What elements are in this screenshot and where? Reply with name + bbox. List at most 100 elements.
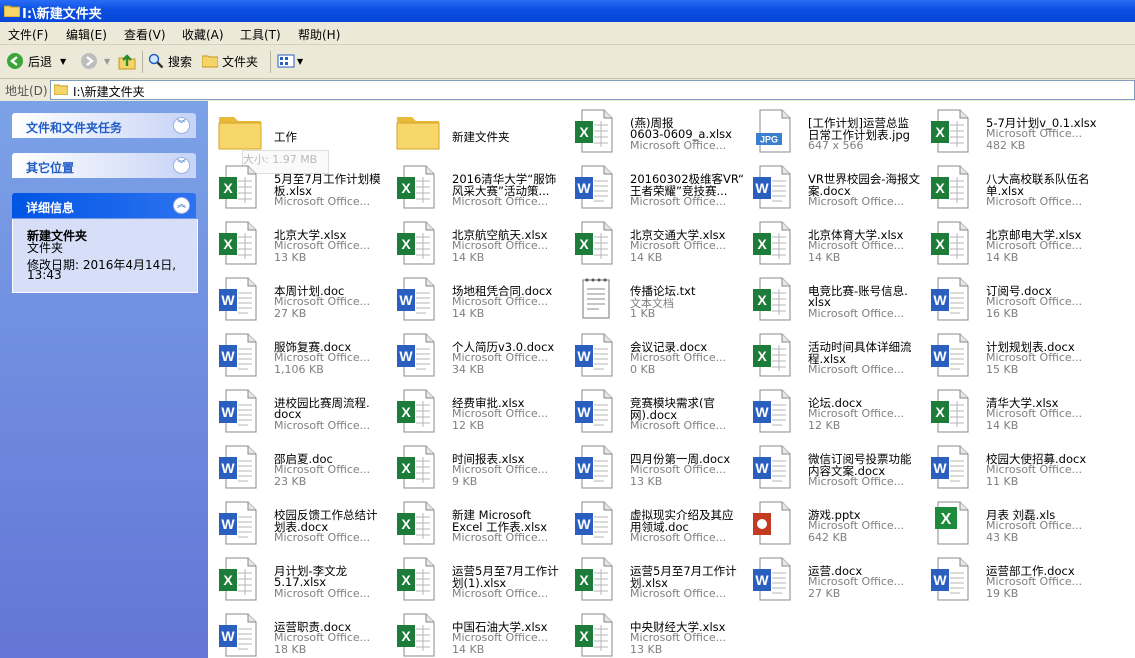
file-item[interactable]: X 活动时间具体详细流 程.xlsx Microsoft Office...: [750, 331, 926, 387]
file-item[interactable]: W 微信订阅号投票功能 内容文案.docx Microsoft Office...: [750, 443, 926, 499]
file-item[interactable]: W 竞赛模块需求(官 网).docx Microsoft Office...: [572, 387, 748, 443]
excel-file-icon: X: [928, 219, 976, 267]
file-meta: 9 KB: [452, 475, 478, 488]
file-item[interactable]: W 邵启夏.doc Microsoft Office... 23 KB: [216, 443, 392, 499]
chevron-up-icon[interactable]: ︽: [173, 197, 190, 214]
word-file-icon: W: [750, 163, 798, 211]
file-item[interactable]: X 北京大学.xlsx Microsoft Office... 13 KB: [216, 219, 392, 275]
word-file-icon: W: [216, 275, 264, 323]
file-item[interactable]: 传播论坛.txt 文本文档 1 KB: [572, 275, 748, 331]
back-button[interactable]: 后退 ▼: [6, 51, 66, 71]
other-places-header[interactable]: 其它位置 ︾: [12, 153, 196, 178]
forward-button[interactable]: ▼: [80, 51, 110, 71]
file-meta: 18 KB: [274, 643, 307, 656]
file-meta: 14 KB: [630, 251, 663, 264]
svg-text:X: X: [941, 511, 952, 528]
file-item[interactable]: X 北京航空航天.xlsx Microsoft Office... 14 KB: [394, 219, 570, 275]
menu-help[interactable]: 帮助(H): [298, 26, 340, 43]
svg-text:X: X: [223, 180, 233, 196]
file-item[interactable]: X 5-7月计划v_0.1.xlsx Microsoft Office... 482 …: [928, 107, 1104, 163]
file-item[interactable]: X 月计划-李文龙 5.17.xlsx Microsoft Office...: [216, 555, 392, 611]
svg-text:X: X: [935, 180, 945, 196]
address-field[interactable]: I:\新建文件夹: [50, 80, 1135, 100]
excel-file-icon: X: [394, 219, 442, 267]
file-item[interactable]: W 校园大使招募.docx Microsoft Office... 11 KB: [928, 443, 1104, 499]
file-meta: 14 KB: [986, 251, 1019, 264]
toolbar: 后退 ▼ ▼ 搜索 文件夹 ▼: [0, 45, 1135, 79]
file-item[interactable]: W 论坛.docx Microsoft Office... 12 KB: [750, 387, 926, 443]
file-item[interactable]: W 个人简历v3.0.docx Microsoft Office... 34 KB: [394, 331, 570, 387]
menu-view[interactable]: 查看(V): [124, 26, 166, 43]
file-item[interactable]: X 经费审批.xlsx Microsoft Office... 12 KB: [394, 387, 570, 443]
menu-favorites[interactable]: 收藏(A): [182, 26, 224, 43]
file-item[interactable]: W 校园反馈工作总结计 划表.docx Microsoft Office...: [216, 499, 392, 555]
file-item[interactable]: W 订阅号.docx Microsoft Office... 16 KB: [928, 275, 1104, 331]
file-item[interactable]: W 本周计划.doc Microsoft Office... 27 KB: [216, 275, 392, 331]
file-item[interactable]: W 运营部工作.docx Microsoft Office... 19 KB: [928, 555, 1104, 611]
file-item[interactable]: X 电竞比赛-账号信息. xlsx Microsoft Office...: [750, 275, 926, 331]
svg-text:W: W: [221, 404, 235, 420]
svg-text:W: W: [221, 628, 235, 644]
file-item[interactable]: 游戏.pptx Microsoft Office... 642 KB: [750, 499, 926, 555]
file-item[interactable]: W 运营.docx Microsoft Office... 27 KB: [750, 555, 926, 611]
file-item[interactable]: X 北京交通大学.xlsx Microsoft Office... 14 KB: [572, 219, 748, 275]
file-item[interactable]: W 会议记录.docx Microsoft Office... 0 KB: [572, 331, 748, 387]
file-list[interactable]: 大小: 1.97 MB 工作 新建文件夹 X (燕)周报 0603-0609_a.xls…: [208, 101, 1135, 658]
file-meta: 12 KB: [452, 419, 485, 432]
chevron-down-icon[interactable]: ▼: [60, 57, 66, 66]
file-item[interactable]: X 北京体育大学.xlsx Microsoft Office... 14 KB: [750, 219, 926, 275]
file-item[interactable]: X 运营5月至7月工作计 划(1).xlsx Microsoft Office...: [394, 555, 570, 611]
file-item[interactable]: X 北京邮电大学.xlsx Microsoft Office... 14 KB: [928, 219, 1104, 275]
svg-text:W: W: [577, 516, 591, 532]
file-item[interactable]: W 运营职责.docx Microsoft Office... 18 KB: [216, 611, 392, 658]
views-button[interactable]: ▼: [277, 51, 303, 71]
folders-button[interactable]: 文件夹: [202, 51, 258, 71]
excel-file-icon: X: [750, 275, 798, 323]
file-item[interactable]: JPG [工作计划]运营总监 日常工作计划表.jpg 647 x 566: [750, 107, 926, 163]
file-item[interactable]: X 中央财经大学.xlsx Microsoft Office... 13 KB: [572, 611, 748, 658]
menu-tools[interactable]: 工具(T): [240, 26, 281, 43]
svg-text:W: W: [933, 460, 947, 476]
file-item[interactable]: W 进校园比赛周流程. docx Microsoft Office...: [216, 387, 392, 443]
excel-file-icon: X: [216, 163, 264, 211]
chevron-down-icon[interactable]: ▼: [104, 57, 110, 66]
file-item[interactable]: X 2016清华大学“服饰 风采大赛”活动策... Microsoft Office.…: [394, 163, 570, 219]
file-item[interactable]: W 虚拟现实介绍及其应 用领域.doc Microsoft Office...: [572, 499, 748, 555]
file-item[interactable]: X 新建 Microsoft Excel 工作表.xlsx Microsoft Off…: [394, 499, 570, 555]
folder-item[interactable]: 工作: [216, 107, 392, 163]
menu-edit[interactable]: 编辑(E): [66, 26, 107, 43]
word-file-icon: W: [394, 331, 442, 379]
file-meta: Microsoft Office...: [452, 195, 549, 208]
details-header[interactable]: 详细信息 ︽: [12, 193, 196, 218]
title-bar[interactable]: I:\新建文件夹: [0, 0, 1135, 22]
file-item[interactable]: W 计划规划表.docx Microsoft Office... 15 KB: [928, 331, 1104, 387]
menu-file[interactable]: 文件(F): [8, 26, 48, 43]
search-button[interactable]: 搜索: [148, 51, 192, 71]
file-item[interactable]: X 八大高校联系队伍名 单.xlsx Microsoft Office...: [928, 163, 1104, 219]
chevron-down-icon[interactable]: ︾: [173, 157, 190, 174]
file-item[interactable]: X 时间报表.xlsx Microsoft Office... 9 KB: [394, 443, 570, 499]
svg-text:W: W: [221, 460, 235, 476]
file-item[interactable]: W 服饰复赛.docx Microsoft Office... 1,106 KB: [216, 331, 392, 387]
file-item[interactable]: X 清华大学.xlsx Microsoft Office... 14 KB: [928, 387, 1104, 443]
file-folder-tasks-header[interactable]: 文件和文件夹任务 ︾: [12, 113, 196, 138]
search-label: 搜索: [168, 54, 193, 69]
word-file-icon: W: [750, 555, 798, 603]
file-item[interactable]: W VR世界校园会-海报文 案.docx Microsoft Office...: [750, 163, 926, 219]
file-item[interactable]: W 场地租凭合同.docx Microsoft Office... 14 KB: [394, 275, 570, 331]
file-item[interactable]: X 5月至7月工作计划模 板.xlsx Microsoft Office...: [216, 163, 392, 219]
chevron-down-icon[interactable]: ︾: [173, 117, 190, 134]
up-folder-button[interactable]: [118, 51, 136, 71]
forward-arrow-icon: [81, 53, 97, 69]
file-item[interactable]: X 中国石油大学.xlsx Microsoft Office... 14 KB: [394, 611, 570, 658]
file-item[interactable]: X 运营5月至7月工作计 划.xlsx Microsoft Office...: [572, 555, 748, 611]
file-item[interactable]: X 月表 刘磊.xls Microsoft Office... 43 KB: [928, 499, 1104, 555]
file-item[interactable]: X (燕)周报 0603-0609_a.xlsx Microsoft Office..…: [572, 107, 748, 163]
file-item[interactable]: W 四月份第一周.docx Microsoft Office... 13 KB: [572, 443, 748, 499]
chevron-down-icon[interactable]: ▼: [297, 57, 303, 66]
file-meta: Microsoft Office...: [808, 475, 905, 488]
file-item[interactable]: W 20160302极维客VR“ 王者荣耀”竞技赛... Microsoft Offi…: [572, 163, 748, 219]
folder-item[interactable]: 新建文件夹: [394, 107, 570, 163]
word-file-icon: W: [216, 331, 264, 379]
file-meta: 13 KB: [274, 251, 307, 264]
